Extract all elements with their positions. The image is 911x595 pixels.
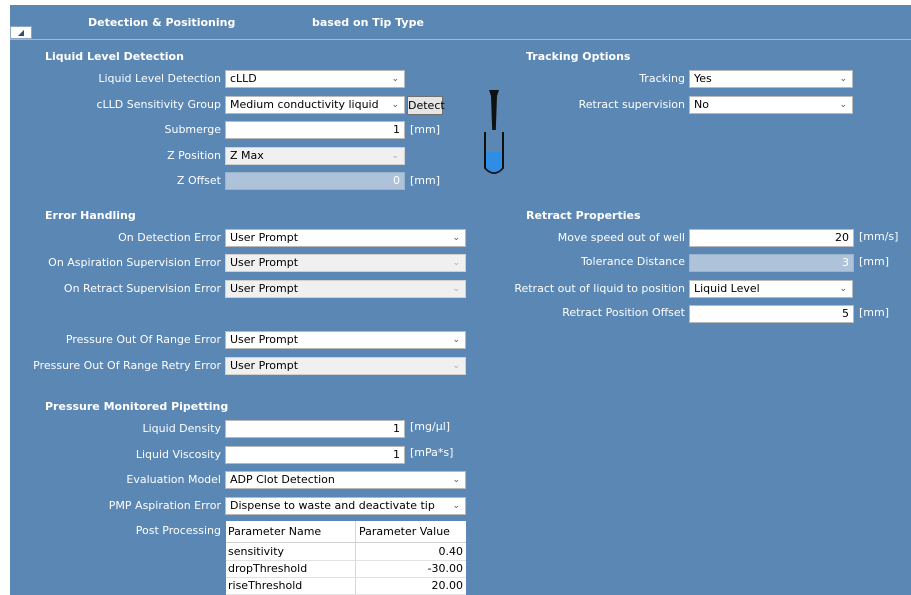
post-processing-label: Post Processing (135, 524, 221, 537)
section-title-retract: Retract Properties (526, 209, 641, 222)
chevron-down-icon: ⌄ (452, 284, 460, 294)
retract-position-label: Retract out of liquid to position (514, 282, 685, 295)
tracking-label: Tracking (639, 72, 685, 85)
chevron-down-icon: ⌄ (391, 74, 399, 84)
move-speed-unit: [mm/s] (859, 230, 899, 243)
table-header-row: Parameter Name Parameter Value (226, 521, 466, 543)
chevron-down-icon: ⌄ (452, 233, 460, 243)
liquid-viscosity-label: Liquid Viscosity (135, 448, 221, 461)
collapse-icon: ◢ (17, 27, 25, 37)
table-row[interactable]: dropThreshold -30.00 (226, 560, 466, 578)
section-title-lld: Liquid Level Detection (45, 50, 184, 63)
parameter-name: sensitivity (228, 545, 285, 558)
retract-supervision-error-select[interactable]: User Prompt ⌄ (225, 280, 466, 298)
retract-offset-unit: [mm] (859, 306, 890, 319)
chevron-down-icon: ⌄ (452, 258, 460, 268)
on-detection-error-label: On Detection Error (118, 231, 221, 244)
evaluation-model-select[interactable]: ADP Clot Detection ⌄ (225, 471, 466, 489)
move-speed-label: Move speed out of well (557, 231, 685, 244)
section-title-errors: Error Handling (45, 209, 136, 222)
retract-supervision-select[interactable]: No ⌄ (689, 96, 853, 114)
section-title-tracking: Tracking Options (526, 50, 631, 63)
liquid-viscosity-unit: [mPa*s] (410, 446, 454, 459)
chevron-down-icon: ⌄ (452, 475, 460, 485)
liquid-density-input[interactable]: 1 (225, 420, 405, 438)
parameter-value[interactable]: 0.40 (439, 543, 464, 560)
column-header-value[interactable]: Parameter Value (359, 521, 450, 542)
table-row[interactable]: riseThreshold 20.00 (226, 577, 466, 595)
on-detection-error-select[interactable]: User Prompt ⌄ (225, 229, 466, 247)
chevron-down-icon: ⌄ (452, 501, 460, 511)
liquid-viscosity-input[interactable]: 1 (225, 446, 405, 464)
parameter-name: riseThreshold (228, 579, 303, 592)
detect-button[interactable]: Detect (407, 96, 445, 115)
pmp-aspiration-error-select[interactable]: Dispense to waste and deactivate tip ⌄ (225, 497, 466, 515)
lld-sensitivity-select[interactable]: Medium conductivity liquid ⌄ (225, 96, 405, 114)
retract-offset-input[interactable]: 5 (689, 305, 854, 323)
pressure-range-error-label: Pressure Out Of Range Error (65, 333, 221, 346)
tolerance-input[interactable]: 3 (689, 254, 854, 272)
chevron-down-icon: ⌄ (452, 361, 460, 371)
parameter-name: dropThreshold (228, 562, 308, 575)
chevron-down-icon: ⌄ (839, 284, 847, 294)
lld-detection-label: Liquid Level Detection (98, 72, 221, 85)
parameter-value[interactable]: -30.00 (428, 560, 463, 577)
chevron-down-icon: ⌄ (391, 151, 399, 161)
pipette-tip-icon (484, 90, 504, 174)
retract-supervision-label: Retract supervision (578, 98, 685, 111)
zoffset-unit: [mm] (410, 174, 441, 187)
parameter-value[interactable]: 20.00 (432, 577, 464, 594)
column-header-name[interactable]: Parameter Name (228, 521, 321, 542)
header-subtitle: based on Tip Type (312, 16, 424, 29)
submerge-input[interactable]: 1 (225, 121, 405, 139)
retract-supervision-error-label: On Retract Supervision Error (63, 282, 221, 295)
retract-offset-label: Retract Position Offset (562, 306, 685, 319)
tolerance-unit: [mm] (859, 255, 890, 268)
evaluation-model-label: Evaluation Model (126, 473, 221, 486)
chevron-down-icon: ⌄ (839, 74, 847, 84)
pressure-retry-error-select[interactable]: User Prompt ⌄ (225, 357, 466, 375)
post-processing-table: Parameter Name Parameter Value sensitivi… (226, 521, 466, 595)
aspiration-supervision-error-label: On Aspiration Supervision Error (48, 256, 221, 269)
tracking-select[interactable]: Yes ⌄ (689, 70, 853, 88)
zpos-select[interactable]: Z Max ⌄ (225, 147, 405, 165)
section-title-pmp: Pressure Monitored Pipetting (45, 400, 229, 413)
pressure-range-error-select[interactable]: User Prompt ⌄ (225, 331, 466, 349)
retract-position-select[interactable]: Liquid Level ⌄ (689, 280, 853, 298)
tolerance-label: Tolerance Distance (580, 255, 685, 268)
chevron-down-icon: ⌄ (839, 100, 847, 110)
aspiration-supervision-error-select[interactable]: User Prompt ⌄ (225, 254, 466, 272)
move-speed-input[interactable]: 20 (689, 229, 854, 247)
submerge-unit: [mm] (410, 123, 441, 136)
pressure-retry-error-label: Pressure Out Of Range Retry Error (33, 359, 221, 372)
submerge-label: Submerge (164, 123, 222, 136)
table-row[interactable]: sensitivity 0.40 (226, 543, 466, 561)
pmp-aspiration-error-label: PMP Aspiration Error (108, 499, 221, 512)
zoffset-label: Z Offset (176, 174, 221, 187)
chevron-down-icon: ⌄ (452, 335, 460, 345)
zpos-label: Z Position (167, 149, 221, 162)
collapse-toggle[interactable]: ◢ (10, 26, 32, 39)
header-title: Detection & Positioning (88, 16, 236, 29)
zoffset-input[interactable]: 0 (225, 172, 405, 190)
liquid-density-unit: [mg/µl] (410, 420, 451, 433)
chevron-down-icon: ⌄ (391, 100, 399, 110)
liquid-density-label: Liquid Density (142, 422, 222, 435)
lld-sensitivity-label: cLLD Sensitivity Group (96, 98, 221, 111)
lld-detection-select[interactable]: cLLD ⌄ (225, 70, 405, 88)
